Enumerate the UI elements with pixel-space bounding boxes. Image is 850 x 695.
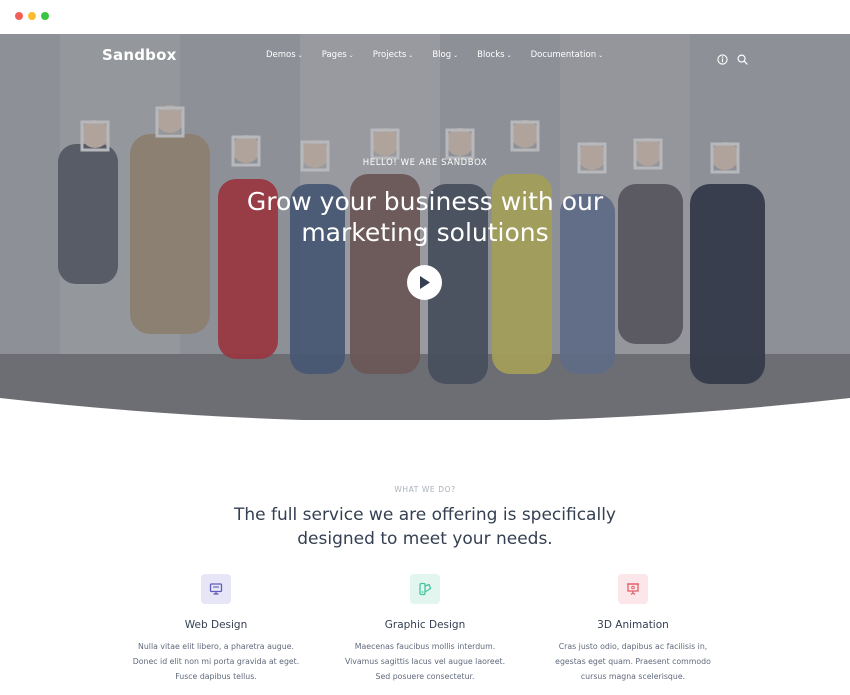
- services-eyebrow: WHAT WE DO?: [394, 485, 456, 494]
- palette-icon: [410, 574, 440, 604]
- main-nav: Demos ⌄ Pages ⌄ Projects ⌄ Blog ⌄ Blocks ⌄ Do…: [266, 50, 622, 60]
- service-card-3d-animation: 3D Animation Cras justo odio, dapibus ac…: [533, 574, 733, 684]
- play-icon: [420, 276, 430, 289]
- services-title: The full service we are offering is spec…: [234, 505, 616, 549]
- nav-item-blocks[interactable]: Blocks ⌄: [477, 50, 511, 60]
- chevron-down-icon: ⌄: [453, 52, 459, 59]
- service-card-web-design: Web Design Nulla vitae elit libero, a ph…: [116, 574, 316, 684]
- service-title: Web Design: [184, 619, 248, 631]
- chevron-down-icon: ⌄: [598, 52, 604, 59]
- nav-item-documentation[interactable]: Documentation ⌄: [531, 50, 604, 60]
- service-card-graphic-design: Graphic Design Maecenas faucibus mollis …: [325, 574, 525, 684]
- monitor-icon: [201, 574, 231, 604]
- chevron-down-icon: ⌄: [506, 52, 512, 59]
- site-logo[interactable]: Sandbox: [102, 46, 176, 64]
- service-title: Graphic Design: [384, 619, 466, 631]
- nav-item-demos[interactable]: Demos ⌄: [266, 50, 303, 60]
- hero-headline: Grow your business with our marketing so…: [246, 187, 604, 247]
- hero-eyebrow: HELLO! WE ARE SANDBOX: [362, 158, 488, 168]
- service-title: 3D Animation: [597, 619, 669, 631]
- nav-item-blog[interactable]: Blog ⌄: [432, 50, 458, 60]
- service-description: Nulla vitae elit libero, a pharetra augu…: [132, 642, 300, 681]
- search-icon[interactable]: [737, 50, 748, 65]
- service-description: Maecenas faucibus mollis interdum. Vivam…: [344, 642, 506, 681]
- window-close-dot[interactable]: [15, 12, 23, 20]
- window-maximize-dot[interactable]: [41, 12, 49, 20]
- chevron-down-icon: ⌄: [348, 52, 354, 59]
- play-video-button[interactable]: [407, 265, 442, 300]
- presentation-icon: [618, 574, 648, 604]
- chevron-down-icon: ⌄: [297, 52, 303, 59]
- nav-item-projects[interactable]: Projects ⌄: [373, 50, 414, 60]
- browser-chrome: [0, 0, 850, 34]
- info-icon[interactable]: [717, 50, 728, 65]
- service-description: Cras justo odio, dapibus ac facilisis in…: [555, 642, 711, 681]
- chevron-down-icon: ⌄: [408, 52, 414, 59]
- nav-item-pages[interactable]: Pages ⌄: [322, 50, 354, 60]
- window-minimize-dot[interactable]: [28, 12, 36, 20]
